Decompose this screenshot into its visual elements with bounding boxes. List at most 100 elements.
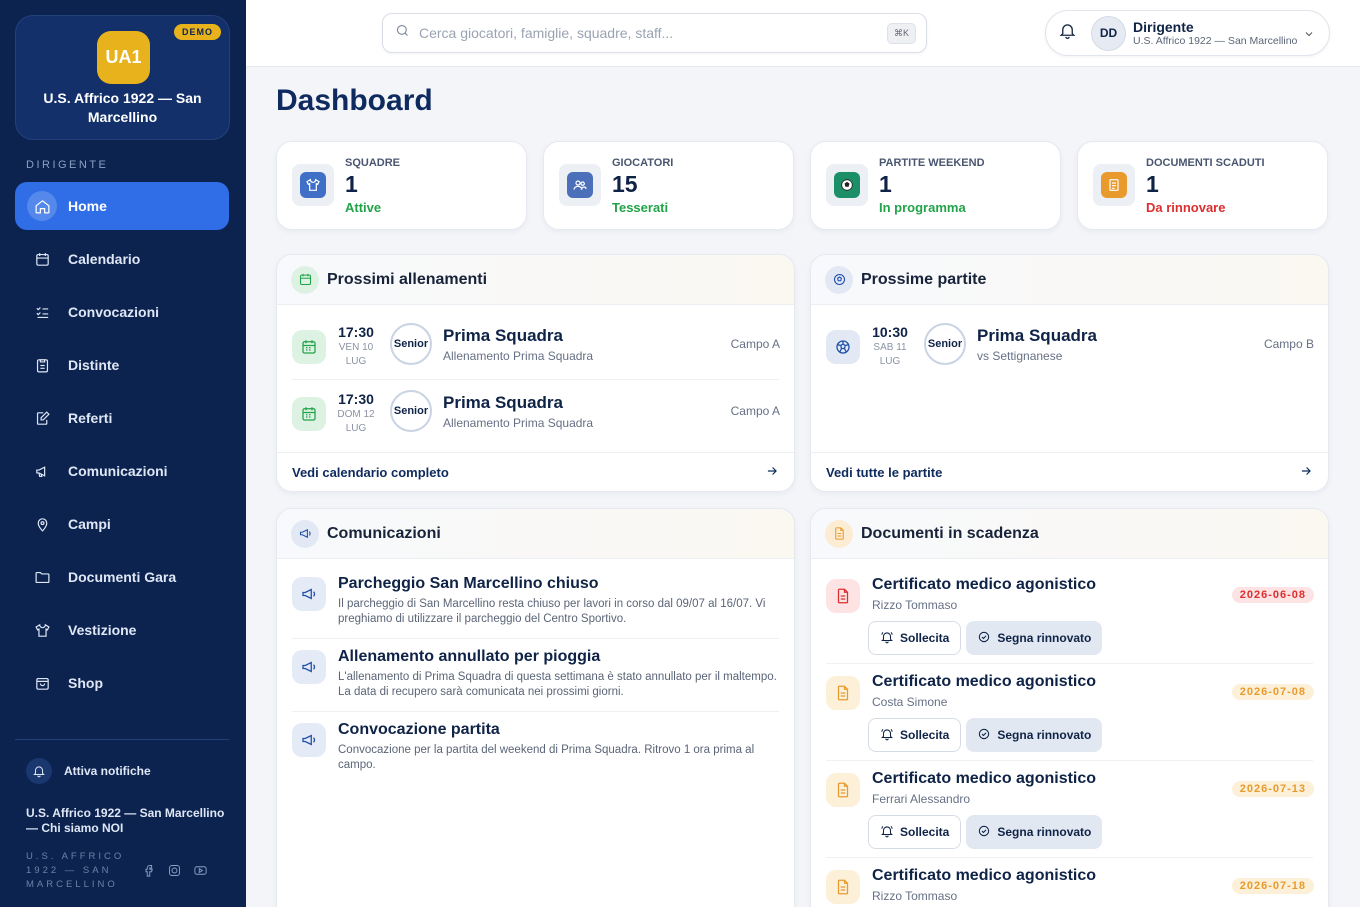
match-row[interactable]: 10:30 SAB 11 LUG Senior Prima Squadra vs…: [826, 312, 1314, 378]
sollecita-button[interactable]: Sollecita: [868, 718, 962, 752]
club-card: UA1 DEMO U.S. Affrico 1922 — San Marcell…: [15, 15, 230, 140]
event-title: Prima Squadra: [443, 393, 563, 412]
button-label: Sollecita: [900, 825, 950, 839]
search-bar[interactable]: ⌘K: [382, 13, 927, 53]
search-input[interactable]: [419, 25, 879, 41]
document-icon: [826, 676, 860, 710]
sidebar-item-label: Home: [68, 198, 107, 214]
stat-card-partite-weekend[interactable]: PARTITE WEEKEND 1 In programma: [810, 141, 1061, 230]
document-icon: [826, 773, 860, 807]
event-subtitle: vs Settignanese: [977, 349, 1063, 363]
communication-body: L'allenamento di Prima Squadra di questa…: [338, 671, 777, 698]
card-header: Prossimi allenamenti: [277, 255, 794, 305]
stat-card-giocatori[interactable]: GIOCATORI 15 Tesserati: [543, 141, 794, 230]
document-title: Certificato medico agonistico: [872, 770, 1097, 787]
sidebar: UA1 DEMO U.S. Affrico 1922 — San Marcell…: [0, 0, 246, 907]
communication-title: Allenamento annullato per pioggia: [338, 648, 601, 665]
shopping-bag-icon: [27, 668, 57, 698]
communication-body: Il parcheggio di San Marcellino resta ch…: [338, 598, 766, 625]
row-divider: [826, 760, 1313, 761]
shirt-icon: [27, 615, 57, 645]
trainings-card: Prossimi allenamenti 17:30 VEN 10 LUG Se…: [276, 254, 795, 492]
event-time: 10:30 SAB 11 LUG: [868, 324, 912, 368]
stat-card-squadre[interactable]: SQUADRE 1 Attive: [276, 141, 527, 230]
training-row[interactable]: 17:30 DOM 12 LUG Senior Prima Squadra Al…: [292, 379, 780, 445]
sidebar-item-label: Shop: [68, 675, 103, 691]
mark-renewed-button[interactable]: Segna rinnovato: [966, 718, 1103, 752]
card-title: Documenti in scadenza: [861, 524, 1039, 542]
event-time: 17:30 DOM 12 LUG: [334, 391, 378, 435]
category-badge: Senior: [390, 390, 432, 432]
communication-item[interactable]: Parcheggio San Marcellino chiuso Il parc…: [292, 575, 780, 635]
document-title: Certificato medico agonistico: [872, 673, 1097, 690]
sidebar-item-label: Convocazioni: [68, 304, 160, 320]
user-menu[interactable]: DD Dirigente U.S. Affrico 1922 — San Mar…: [1045, 10, 1330, 56]
document-owner: Rizzo Tommaso: [872, 598, 958, 612]
button-label: Sollecita: [900, 728, 950, 742]
clipboard-icon: [27, 350, 57, 380]
notifications-bell-icon[interactable]: [1058, 21, 1077, 45]
footer-club-link[interactable]: U.S. Affrico 1922 — San Marcellino — Chi…: [26, 806, 226, 836]
megaphone-icon: [291, 519, 319, 548]
stat-label: SQUADRE: [345, 157, 401, 169]
sidebar-divider: [15, 739, 229, 740]
event-place: Campo B: [1263, 337, 1314, 351]
sidebar-item-calendario[interactable]: Calendario: [15, 235, 229, 283]
enable-notifications-button[interactable]: Attiva notifiche: [26, 758, 151, 784]
sidebar-item-home[interactable]: Home: [15, 182, 229, 230]
view-matches-link[interactable]: Vedi tutte le partite: [811, 452, 1328, 491]
document-title: Certificato medico agonistico: [872, 576, 1097, 593]
training-row[interactable]: 17:30 VEN 10 LUG Senior Prima Squadra Al…: [292, 312, 780, 378]
communication-item[interactable]: Allenamento annullato per pioggia L'alle…: [292, 648, 780, 708]
sidebar-item-label: Documenti Gara: [68, 569, 177, 585]
sidebar-item-vestizione[interactable]: Vestizione: [15, 606, 229, 654]
row-divider: [292, 638, 779, 639]
sidebar-item-referti[interactable]: Referti: [15, 394, 229, 442]
row-divider: [826, 857, 1313, 858]
expiry-date-badge: 2026-06-08: [1231, 587, 1314, 603]
mark-renewed-button[interactable]: Segna rinnovato: [966, 621, 1103, 655]
expiry-date-badge: 2026-07-18: [1231, 878, 1314, 894]
communications-card: Comunicazioni Parcheggio San Marcellino …: [276, 508, 795, 907]
instagram-icon[interactable]: [167, 863, 182, 883]
sidebar-item-label: Comunicazioni: [68, 463, 168, 479]
card-title: Comunicazioni: [327, 524, 441, 542]
sidebar-item-distinte[interactable]: Distinte: [15, 341, 229, 389]
button-label: Segna rinnovato: [997, 825, 1092, 839]
club-name: U.S. Affrico 1922 — San Marcellino: [43, 90, 202, 125]
stat-sub: Attive: [345, 200, 382, 215]
map-pin-icon: [27, 509, 57, 539]
check-circle-icon: [977, 727, 997, 744]
youtube-icon[interactable]: [193, 863, 208, 883]
user-club: U.S. Affrico 1922 — San Marcellino: [1133, 34, 1298, 47]
sidebar-item-campi[interactable]: Campi: [15, 500, 229, 548]
sidebar-item-label: Referti: [68, 410, 113, 426]
view-calendar-link[interactable]: Vedi calendario completo: [277, 452, 794, 491]
sidebar-item-convocazioni[interactable]: Convocazioni: [15, 288, 229, 336]
sidebar-item-shop[interactable]: Shop: [15, 659, 229, 707]
soccer-ball-icon: [826, 330, 860, 364]
sidebar-item-comunicazioni[interactable]: Comunicazioni: [15, 447, 229, 495]
card-header: Prossime partite: [811, 255, 1328, 305]
club-logo: UA1: [97, 31, 150, 84]
sollecita-button[interactable]: Sollecita: [868, 621, 962, 655]
category-badge: Senior: [924, 323, 966, 365]
sidebar-item-documenti-gara[interactable]: Documenti Gara: [15, 553, 229, 601]
search-icon: [395, 23, 419, 43]
event-hour: 17:30: [338, 391, 374, 407]
topbar: ⌘K DD Dirigente U.S. Affrico 1922 — San …: [246, 0, 1360, 67]
event-place: Campo A: [730, 404, 780, 418]
sollecita-button[interactable]: Sollecita: [868, 815, 962, 849]
bell-ring-icon: [880, 727, 900, 744]
event-month: LUG: [345, 356, 367, 367]
demo-badge: DEMO: [174, 24, 221, 40]
user-role: Dirigente: [1133, 18, 1194, 35]
mark-renewed-button[interactable]: Segna rinnovato: [966, 815, 1103, 849]
communication-item[interactable]: Convocazione partita Convocazione per la…: [292, 721, 780, 781]
calendar-icon: [292, 330, 326, 364]
stat-card-documenti-scaduti[interactable]: DOCUMENTI SCADUTI 1 Da rinnovare: [1077, 141, 1328, 230]
matches-card: Prossime partite 10:30 SAB 11 LUG Senior…: [810, 254, 1329, 492]
category-badge: Senior: [390, 323, 432, 365]
stat-sub: Tesserati: [612, 200, 669, 215]
facebook-icon[interactable]: [141, 863, 156, 883]
